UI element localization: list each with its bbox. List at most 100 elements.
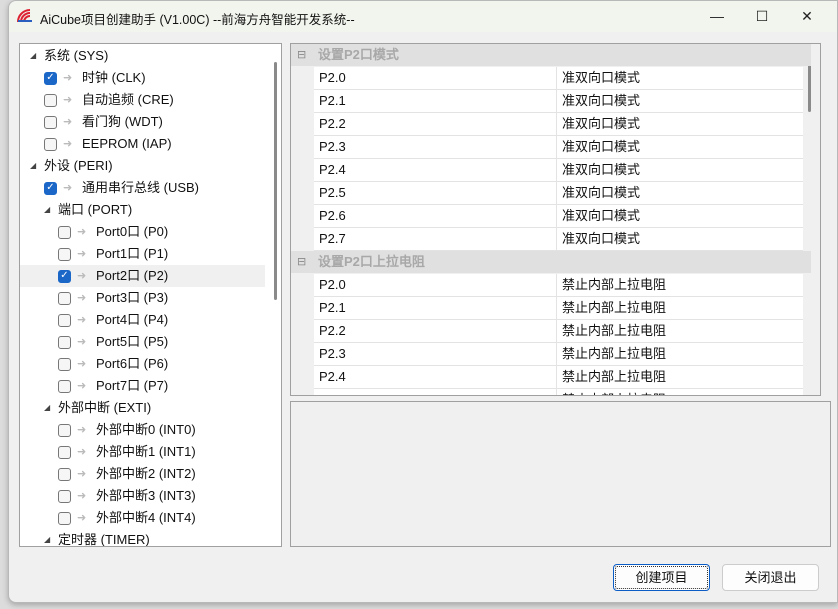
expand-triangle-icon[interactable]: ◢	[44, 529, 58, 546]
property-value[interactable]: 准双向口模式	[556, 90, 803, 112]
title-bar: AiCube项目创建助手 (V1.00C) --前海方舟智能开发系统-- — ☐…	[9, 1, 837, 32]
grid-row[interactable]: P2.2 禁止内部上拉电阻	[314, 320, 803, 343]
grid-row[interactable]: P2.1 禁止内部上拉电阻	[314, 297, 803, 320]
arrow-icon: ➜	[63, 72, 73, 84]
checkbox[interactable]: ✓	[44, 181, 57, 195]
grid-category[interactable]: ⊟ 设置P2口模式	[291, 44, 811, 66]
property-value[interactable]: 准双向口模式	[556, 182, 803, 204]
minimize-button[interactable]: —	[697, 4, 737, 28]
tree-item[interactable]: ➜ EEPROM (IAP)	[20, 133, 265, 155]
property-value[interactable]: 禁止内部上拉电阻	[556, 274, 803, 296]
tree-item[interactable]: ➜ Port6口 (P6)	[20, 353, 265, 375]
grid-row[interactable]: P2.4 禁止内部上拉电阻	[314, 366, 803, 389]
tree-item[interactable]: ◢ 外部中断 (EXTI)	[20, 397, 265, 419]
grid-category[interactable]: ⊟ 设置P2口上拉电阻	[291, 251, 811, 273]
close-button[interactable]: ✕	[787, 4, 827, 28]
tree-item[interactable]: ➜ 外部中断3 (INT3)	[20, 485, 265, 507]
expand-triangle-icon[interactable]: ◢	[30, 45, 44, 67]
tree-item[interactable]: ➜ Port1口 (P1)	[20, 243, 265, 265]
checkbox[interactable]	[58, 291, 71, 305]
collapse-icon[interactable]: ⊟	[297, 251, 306, 273]
checkbox[interactable]	[58, 467, 71, 481]
property-name: P2.0	[319, 70, 346, 85]
expand-triangle-icon[interactable]: ◢	[44, 199, 58, 221]
property-value[interactable]: 禁止内部上拉电阻	[556, 366, 803, 388]
grid-scrollbar[interactable]	[808, 62, 811, 112]
property-value[interactable]: 准双向口模式	[556, 205, 803, 227]
grid-row[interactable]: P2.6 准双向口模式	[314, 205, 803, 228]
arrow-icon: ➜	[77, 358, 87, 370]
tree-item[interactable]: ➜ Port5口 (P5)	[20, 331, 265, 353]
tree-item[interactable]: ◢ 定时器 (TIMER)	[20, 529, 265, 546]
expand-triangle-icon[interactable]: ◢	[44, 397, 58, 419]
arrow-icon: ➜	[77, 314, 87, 326]
checkbox[interactable]	[58, 357, 71, 371]
property-grid[interactable]: ⊟ 设置P2口模式 P2.0 准双向口模式 P2.1 准双向口模式 P2.2 准双向口模式 P2…	[290, 43, 821, 396]
checkbox[interactable]: ✓	[58, 269, 71, 283]
grid-row[interactable]: P2.0 禁止内部上拉电阻	[314, 274, 803, 297]
property-name: P2.5	[319, 389, 346, 395]
property-value[interactable]: 禁止内部上拉电阻	[556, 297, 803, 319]
property-value[interactable]: 准双向口模式	[556, 113, 803, 135]
tree-item[interactable]: ➜ 看门狗 (WDT)	[20, 111, 265, 133]
property-value[interactable]: 准双向口模式	[556, 136, 803, 158]
module-tree[interactable]: ◢ 系统 (SYS) ✓ ➜ 时钟 (CLK) ➜ 自动追频 (CRE) ➜ 看门狗 (WDT)…	[19, 43, 282, 547]
checkbox[interactable]	[58, 489, 71, 503]
maximize-button[interactable]: ☐	[742, 4, 782, 28]
grid-row[interactable]: P2.2 准双向口模式	[314, 113, 803, 136]
checkbox[interactable]	[58, 423, 71, 437]
property-value[interactable]: 准双向口模式	[556, 67, 803, 89]
create-project-button[interactable]: 创建项目	[613, 564, 710, 591]
checkbox[interactable]	[44, 93, 57, 107]
arrow-icon: ➜	[77, 424, 87, 436]
grid-row[interactable]: P2.5 禁止内部上拉电阻	[314, 389, 803, 395]
tree-item[interactable]: ✓ ➜ Port2口 (P2)	[20, 265, 265, 287]
grid-row[interactable]: P2.3 禁止内部上拉电阻	[314, 343, 803, 366]
tree-item[interactable]: ➜ Port3口 (P3)	[20, 287, 265, 309]
tree-item-label: 外部中断0 (INT0)	[96, 422, 196, 437]
property-value[interactable]: 禁止内部上拉电阻	[556, 320, 803, 342]
property-name: P2.2	[319, 323, 346, 338]
checkbox[interactable]	[58, 335, 71, 349]
tree-item[interactable]: ◢ 端口 (PORT)	[20, 199, 265, 221]
tree-item[interactable]: ➜ 外部中断4 (INT4)	[20, 507, 265, 529]
property-value[interactable]: 禁止内部上拉电阻	[556, 389, 803, 395]
property-name: P2.0	[319, 277, 346, 292]
grid-row[interactable]: P2.0 准双向口模式	[314, 67, 803, 90]
property-name: P2.4	[319, 162, 346, 177]
property-value[interactable]: 准双向口模式	[556, 228, 803, 250]
tree-item[interactable]: ➜ 自动追频 (CRE)	[20, 89, 265, 111]
checkbox[interactable]	[58, 247, 71, 261]
arrow-icon: ➜	[77, 380, 87, 392]
tree-item[interactable]: ➜ 外部中断0 (INT0)	[20, 419, 265, 441]
property-name: P2.1	[319, 300, 346, 315]
tree-item[interactable]: ➜ Port7口 (P7)	[20, 375, 265, 397]
close-exit-button[interactable]: 关闭退出	[722, 564, 819, 591]
property-value[interactable]: 禁止内部上拉电阻	[556, 343, 803, 365]
property-value[interactable]: 准双向口模式	[556, 159, 803, 181]
tree-item[interactable]: ➜ Port4口 (P4)	[20, 309, 265, 331]
tree-item[interactable]: ◢ 外设 (PERI)	[20, 155, 265, 177]
checkbox[interactable]	[58, 445, 71, 459]
grid-row[interactable]: P2.4 准双向口模式	[314, 159, 803, 182]
checkbox[interactable]	[44, 137, 57, 151]
checkbox[interactable]	[58, 225, 71, 239]
collapse-icon[interactable]: ⊟	[297, 44, 306, 66]
tree-item[interactable]: ✓ ➜ 时钟 (CLK)	[20, 67, 265, 89]
checkbox[interactable]	[58, 511, 71, 525]
tree-item[interactable]: ➜ 外部中断1 (INT1)	[20, 441, 265, 463]
tree-item[interactable]: ➜ 外部中断2 (INT2)	[20, 463, 265, 485]
checkbox[interactable]: ✓	[44, 71, 57, 85]
tree-item[interactable]: ➜ Port0口 (P0)	[20, 221, 265, 243]
grid-row[interactable]: P2.5 准双向口模式	[314, 182, 803, 205]
tree-item[interactable]: ◢ 系统 (SYS)	[20, 45, 265, 67]
checkbox[interactable]	[58, 379, 71, 393]
checkbox[interactable]	[58, 313, 71, 327]
grid-row[interactable]: P2.7 准双向口模式	[314, 228, 803, 251]
expand-triangle-icon[interactable]: ◢	[30, 155, 44, 177]
tree-item[interactable]: ✓ ➜ 通用串行总线 (USB)	[20, 177, 265, 199]
grid-row[interactable]: P2.3 准双向口模式	[314, 136, 803, 159]
checkbox[interactable]	[44, 115, 57, 129]
grid-row[interactable]: P2.1 准双向口模式	[314, 90, 803, 113]
tree-scrollbar[interactable]	[274, 62, 277, 300]
